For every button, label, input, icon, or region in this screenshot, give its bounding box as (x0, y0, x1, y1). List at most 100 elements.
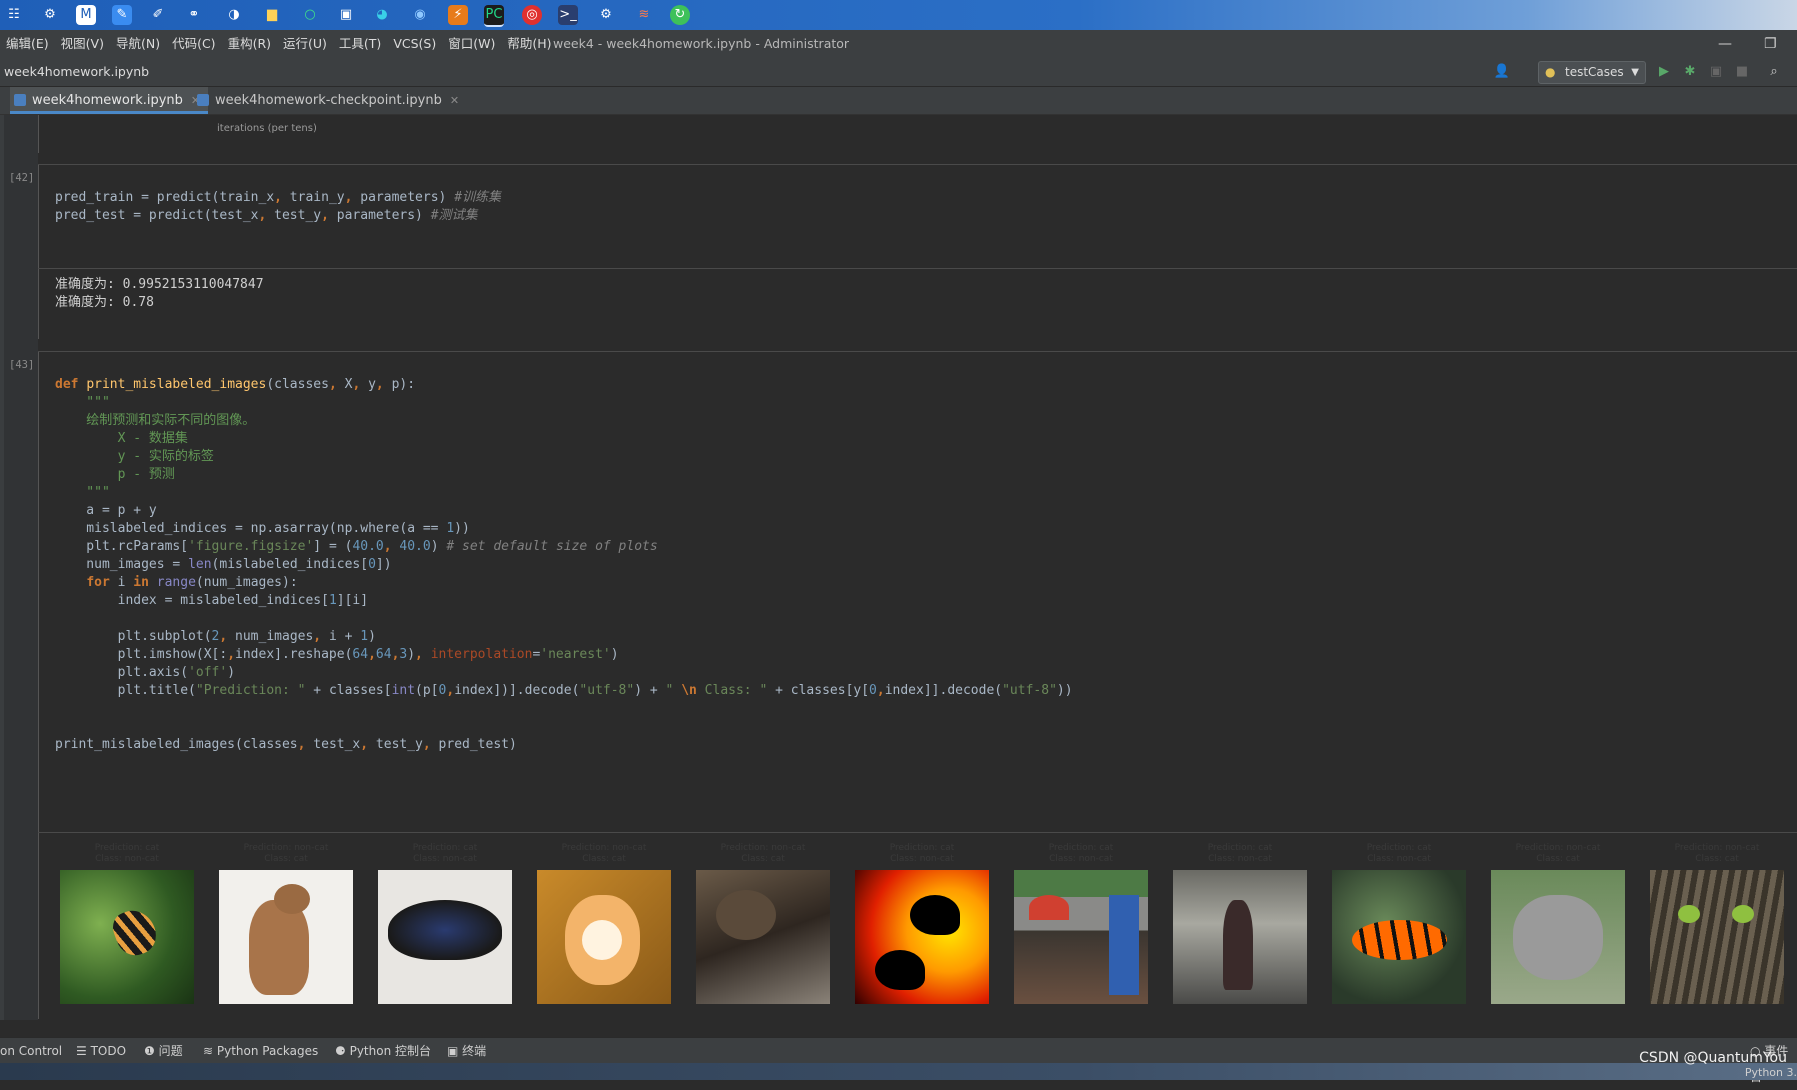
panel-title: Prediction: cat Class: non-cat (1207, 843, 1273, 864)
user-icon[interactable]: 👤▾ (1492, 62, 1512, 99)
menu-edit[interactable]: 编辑(E) (0, 30, 55, 58)
notes-icon[interactable]: ✎ (112, 5, 132, 25)
debug-icon[interactable]: ✱ (1680, 62, 1700, 82)
panel-title: Prediction: cat Class: non-cat (889, 843, 955, 864)
close-icon[interactable]: ✕ (450, 94, 459, 107)
search-icon[interactable]: ○ (300, 5, 320, 25)
edge-icon[interactable]: ◕ (372, 5, 392, 25)
sitting-brown-cat-image (219, 870, 353, 1004)
output-line: 准确度为: 0.78 (55, 295, 154, 310)
python-console-tab[interactable]: ⚈ Python 控制台 (335, 1038, 431, 1064)
panel-title: Prediction: non-cat Class: cat (1515, 843, 1601, 864)
panel-title: Prediction: non-cat Class: cat (243, 843, 329, 864)
vpn-icon[interactable]: ◉ (410, 5, 430, 25)
browser-icon[interactable]: ◑ (224, 5, 244, 25)
cell-separator (38, 164, 1797, 165)
street-market-image (1014, 870, 1148, 1004)
search-everywhere-icon[interactable]: ⌕ (1764, 62, 1784, 82)
tab-week4homework-checkpoint[interactable]: week4homework-checkpoint.ipynb ✕ (193, 87, 465, 114)
editor-tabs: week4homework.ipynb ✕ week4homework-check… (0, 87, 1797, 115)
orange-butterfly-image (1332, 870, 1466, 1004)
exec-count-43: [43] (9, 359, 35, 371)
minimize-icon[interactable]: — (1718, 30, 1732, 58)
notebook-icon (197, 94, 209, 106)
info-icon: ❶ (144, 1044, 159, 1058)
terminal-tab[interactable]: ▣ 终端 (447, 1038, 486, 1064)
status-strip (0, 1063, 1797, 1080)
breadcrumb[interactable]: week4homework.ipynb (4, 58, 149, 86)
code-cell-42[interactable]: pred_train = predict(train_x, train_y, p… (55, 189, 501, 225)
pen-icon[interactable]: ✐ (148, 5, 168, 25)
gear-app-icon[interactable]: ⚙ (596, 5, 616, 25)
python-packages-tab[interactable]: ≋ Python Packages (203, 1038, 318, 1064)
street-people-image (1173, 870, 1307, 1004)
menu-run[interactable]: 运行(U) (277, 30, 333, 58)
tab-label: week4homework.ipynb (32, 93, 183, 108)
stop-icon[interactable]: ■ (1732, 62, 1752, 82)
tool-window-bar: on Control ☰ TODO ❶ 问题 ≋ Python Packages… (0, 1037, 1797, 1084)
tabby-cats-image (696, 870, 830, 1004)
version-control-tab[interactable]: on Control (0, 1038, 62, 1064)
problems-label: 问题 (158, 1044, 183, 1058)
notebook-icon (14, 94, 26, 106)
project-strip (0, 115, 4, 1020)
layers-icon: ≋ (203, 1044, 217, 1058)
netease-icon[interactable]: ◎ (522, 5, 542, 25)
plot-xlabel: iterations (per tens) (217, 123, 317, 134)
menu-window[interactable]: 窗口(W) (442, 30, 501, 58)
menu-refactor[interactable]: 重构(R) (222, 30, 277, 58)
tab-week4homework[interactable]: week4homework.ipynb ✕ (10, 87, 208, 114)
store-icon[interactable]: ▣ (336, 5, 356, 25)
pycharm-icon[interactable]: PC (484, 5, 504, 27)
editor-gutter (0, 115, 38, 1020)
cell-border (38, 352, 39, 832)
menu-vcs[interactable]: VCS(S) (387, 30, 442, 58)
python-icon: ● (1545, 65, 1556, 79)
menu-view[interactable]: 视图(V) (55, 30, 110, 58)
update-icon[interactable]: ↻ (670, 5, 690, 25)
navigation-bar: week4homework.ipynb 👤▾ ● testCases ▼ ▶ ✱… (0, 58, 1797, 99)
coverage-icon[interactable]: ▣ (1706, 62, 1726, 82)
green-eyed-cat-image (1650, 870, 1784, 1004)
panel-title: Prediction: non-cat Class: cat (561, 843, 647, 864)
panel-title: Prediction: cat Class: non-cat (94, 843, 160, 864)
menu-navigate[interactable]: 导航(N) (110, 30, 166, 58)
terminal-icon: ▣ (447, 1044, 463, 1058)
list-icon: ☰ (76, 1044, 91, 1058)
run-config-selector[interactable]: ● testCases ▼ (1538, 61, 1646, 84)
menu-tools[interactable]: 工具(T) (333, 30, 387, 58)
run-icon[interactable]: ▶ (1654, 62, 1674, 82)
dark-butterfly-image (378, 870, 512, 1004)
terminal-icon[interactable]: >_ (558, 5, 578, 25)
spectrum-icon[interactable]: ≋ (634, 5, 654, 25)
restore-icon[interactable]: ❐ (1764, 30, 1777, 58)
panel-title: Prediction: non-cat Class: cat (720, 843, 806, 864)
start-grid-icon[interactable]: ☷ (4, 5, 24, 25)
todo-tab[interactable]: ☰ TODO (76, 1038, 126, 1064)
menu-code[interactable]: 代码(C) (166, 30, 221, 58)
terminal-label: 终端 (462, 1044, 487, 1058)
tab-label: week4homework-checkpoint.ipynb (215, 93, 442, 108)
settings-icon[interactable]: ⚙ (40, 5, 60, 25)
folder-icon[interactable]: ▆ (262, 5, 282, 25)
output-separator (38, 268, 1797, 269)
cell-separator (38, 351, 1797, 352)
python-interpreter-status[interactable]: Python 3. (1745, 1066, 1797, 1079)
mail-icon[interactable]: M (76, 5, 96, 25)
share-icon[interactable]: ⚭ (184, 5, 204, 25)
grey-cat-image (1491, 870, 1625, 1004)
window-title: week4 - week4homework.ipynb - Administra… (553, 36, 850, 51)
os-taskbar: ☷ ⚙ M ✎ ✐ ⚭ ◑ ▆ ○ ▣ ◕ ◉ ⚡ PC ◎ >_ ⚙ ≋ ↻ (0, 0, 1797, 30)
cell-border (38, 165, 39, 268)
code-cell-43[interactable]: def print_mislabeled_images(classes, X, … (55, 376, 1073, 754)
output-line: 准确度为: 0.9952153110047847 (55, 277, 264, 292)
problems-tab[interactable]: ❶ 问题 (144, 1038, 183, 1064)
orange-cat-image (537, 870, 671, 1004)
app-icon[interactable]: ⚡ (448, 5, 468, 25)
menu-bar: 编辑(E) 视图(V) 导航(N) 代码(C) 重构(R) 运行(U) 工具(T) VCS(S… (0, 30, 1797, 58)
cell-border (38, 115, 39, 153)
butterfly-on-leaves-image (60, 870, 194, 1004)
menu-help[interactable]: 帮助(H) (501, 30, 557, 58)
run-config-label: testCases (1565, 65, 1624, 79)
python-icon: ⚈ (335, 1044, 350, 1058)
